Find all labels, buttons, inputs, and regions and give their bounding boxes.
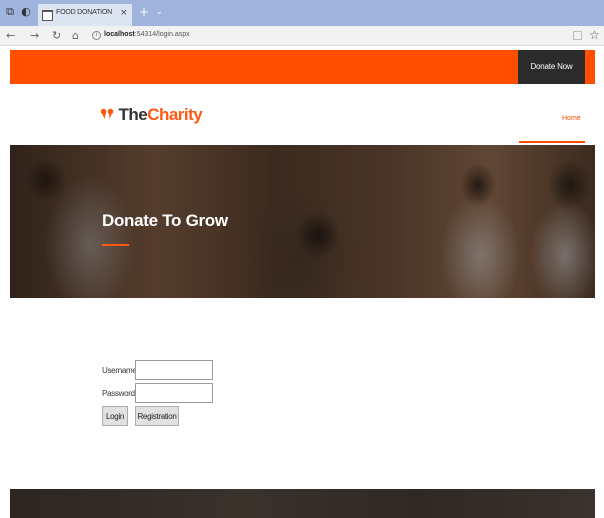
browser-tab-bar: ⧉ ◐ FOOD DONATION × + ⌄: [0, 0, 604, 26]
home-icon[interactable]: ⌂: [72, 29, 79, 42]
tab-menu-chevron-icon[interactable]: ⌄: [156, 7, 163, 16]
top-accent-bar: Donate Now: [10, 50, 595, 84]
logo-text-the: The: [118, 105, 148, 124]
logo-text-charity: Charity: [147, 105, 203, 124]
url-host: localhost: [104, 31, 135, 38]
new-tab-icon[interactable]: +: [139, 5, 149, 19]
username-input[interactable]: [135, 360, 213, 380]
hero-title: Donate To Grow: [102, 211, 228, 230]
favorite-star-icon[interactable]: ☆: [589, 28, 600, 42]
browser-tab[interactable]: FOOD DONATION ×: [38, 4, 132, 26]
reading-view-icon[interactable]: [573, 31, 582, 40]
username-label: Username: [102, 366, 137, 375]
url-path: :54314/login.aspx: [134, 31, 190, 38]
site-logo[interactable]: TheCharity: [100, 105, 203, 127]
login-button[interactable]: Login: [102, 406, 128, 426]
registration-button[interactable]: Registration: [135, 406, 179, 426]
password-label: Password: [102, 389, 135, 398]
tabs-aside-icon[interactable]: ◐: [20, 6, 32, 18]
forward-icon[interactable]: →: [30, 29, 39, 42]
password-input[interactable]: [135, 383, 213, 403]
page-icon: [42, 10, 53, 21]
back-icon[interactable]: ←: [6, 29, 15, 42]
donate-now-button[interactable]: Donate Now: [518, 50, 585, 84]
charity-logo-icon: [100, 108, 114, 119]
address-bar: ← → ↻ ⌂ i localhost:54314/login.aspx ☆: [0, 26, 604, 46]
footer-banner: [10, 489, 595, 518]
hero-banner: Donate To Grow: [10, 145, 595, 298]
nav-home-link[interactable]: Home: [562, 115, 581, 122]
nav-active-underline: [519, 141, 585, 143]
close-tab-icon[interactable]: ×: [120, 8, 128, 18]
url-field[interactable]: localhost:54314/login.aspx: [104, 31, 190, 38]
tab-actions-icon[interactable]: ⧉: [4, 6, 16, 18]
hero-title-underline: [102, 244, 129, 246]
site-info-icon[interactable]: i: [92, 31, 101, 40]
tab-title: FOOD DONATION: [56, 9, 112, 16]
refresh-icon[interactable]: ↻: [52, 29, 61, 42]
